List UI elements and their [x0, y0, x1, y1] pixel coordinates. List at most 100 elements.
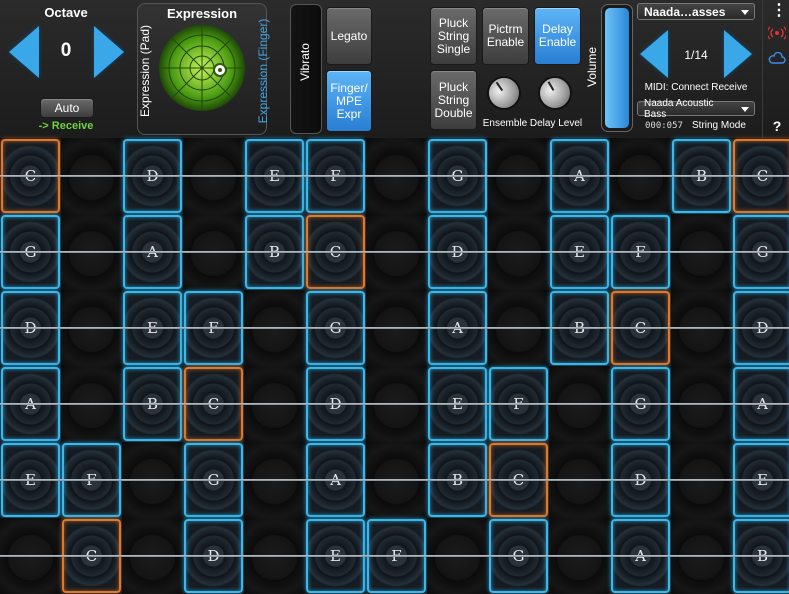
- note-pad[interactable]: D: [610, 442, 671, 518]
- empty-fret[interactable]: [549, 366, 610, 442]
- note-pad[interactable]: E: [244, 138, 305, 214]
- note-pad-face[interactable]: F: [184, 291, 243, 365]
- empty-fret[interactable]: [366, 138, 427, 214]
- pluck-string-double-button[interactable]: Pluck String Double: [430, 70, 477, 130]
- empty-fret[interactable]: [61, 290, 122, 366]
- note-pad[interactable]: A: [305, 442, 366, 518]
- legato-button[interactable]: Legato: [326, 7, 372, 65]
- note-pad[interactable]: G: [305, 290, 366, 366]
- note-pad-face[interactable]: G: [489, 519, 548, 593]
- empty-fret[interactable]: [366, 442, 427, 518]
- note-pad[interactable]: F: [183, 290, 244, 366]
- note-pad-face[interactable]: B: [428, 443, 487, 517]
- empty-fret[interactable]: [366, 290, 427, 366]
- preset-prev-button[interactable]: [640, 30, 668, 78]
- empty-fret[interactable]: [366, 366, 427, 442]
- empty-fret[interactable]: [549, 442, 610, 518]
- note-pad[interactable]: F: [488, 366, 549, 442]
- note-pad-face[interactable]: D: [428, 215, 487, 289]
- note-pad-face[interactable]: B: [550, 291, 609, 365]
- note-pad[interactable]: B: [427, 442, 488, 518]
- preset-next-button[interactable]: [724, 30, 752, 78]
- note-pad[interactable]: D: [305, 366, 366, 442]
- note-pad-face[interactable]: A: [733, 367, 789, 441]
- note-pad[interactable]: F: [366, 518, 427, 594]
- note-pad[interactable]: E: [0, 442, 61, 518]
- note-pad-face[interactable]: B: [672, 139, 731, 213]
- note-pad-face[interactable]: D: [733, 291, 789, 365]
- pluck-string-single-button[interactable]: Pluck String Single: [430, 7, 477, 65]
- note-pad[interactable]: C: [732, 138, 789, 214]
- note-pad[interactable]: B: [732, 518, 789, 594]
- octave-down-button[interactable]: [9, 26, 39, 78]
- empty-fret[interactable]: [549, 518, 610, 594]
- root-note-pad[interactable]: C: [733, 139, 789, 213]
- volume-slider[interactable]: [601, 4, 633, 132]
- note-pad[interactable]: F: [61, 442, 122, 518]
- note-pad[interactable]: E: [427, 366, 488, 442]
- note-pad[interactable]: D: [122, 138, 183, 214]
- vibrato-slider[interactable]: Vibrato: [290, 4, 322, 134]
- note-pad-face[interactable]: G: [306, 291, 365, 365]
- empty-fret[interactable]: [488, 214, 549, 290]
- finger-mpe-expr-button[interactable]: Finger/ MPE Expr: [326, 70, 372, 132]
- note-pad-face[interactable]: F: [611, 215, 670, 289]
- note-pad-face[interactable]: A: [428, 291, 487, 365]
- note-pad-face[interactable]: E: [1, 443, 60, 517]
- note-pad[interactable]: E: [122, 290, 183, 366]
- note-pad-face[interactable]: D: [1, 291, 60, 365]
- note-pad-face[interactable]: B: [123, 367, 182, 441]
- note-pad-face[interactable]: G: [611, 367, 670, 441]
- note-pad[interactable]: G: [732, 214, 789, 290]
- note-pad[interactable]: E: [549, 214, 610, 290]
- auto-button[interactable]: Auto: [40, 98, 94, 118]
- note-pad[interactable]: A: [122, 214, 183, 290]
- note-pad-face[interactable]: E: [123, 291, 182, 365]
- help-icon[interactable]: ?: [771, 118, 783, 134]
- empty-fret[interactable]: [671, 518, 732, 594]
- note-pad[interactable]: E: [305, 518, 366, 594]
- note-pad-face[interactable]: G: [1, 215, 60, 289]
- instrument-dropdown[interactable]: Naada Acoustic Bass: [637, 98, 755, 120]
- note-pad[interactable]: C: [0, 138, 61, 214]
- empty-fret[interactable]: [671, 366, 732, 442]
- cloud-icon[interactable]: [768, 52, 786, 64]
- expression-radar[interactable]: [158, 24, 246, 112]
- note-pad-face[interactable]: E: [245, 139, 304, 213]
- note-pad[interactable]: C: [61, 518, 122, 594]
- note-pad[interactable]: G: [0, 214, 61, 290]
- empty-fret[interactable]: [671, 214, 732, 290]
- note-pad-face[interactable]: F: [306, 139, 365, 213]
- note-pad-face[interactable]: A: [123, 215, 182, 289]
- empty-fret[interactable]: [122, 442, 183, 518]
- empty-fret[interactable]: [244, 366, 305, 442]
- empty-fret[interactable]: [488, 290, 549, 366]
- ensemble-knob[interactable]: [483, 72, 525, 114]
- note-pad-face[interactable]: D: [184, 519, 243, 593]
- expression-panel[interactable]: Expression Expression (Pad) Expression (…: [137, 3, 270, 135]
- note-pad[interactable]: C: [610, 290, 671, 366]
- note-pad-face[interactable]: D: [306, 367, 365, 441]
- root-note-pad[interactable]: C: [184, 367, 243, 441]
- note-pad-face[interactable]: D: [611, 443, 670, 517]
- preset-dropdown[interactable]: Naada…asses: [637, 3, 755, 20]
- note-pad[interactable]: C: [305, 214, 366, 290]
- note-pad-face[interactable]: G: [184, 443, 243, 517]
- delay-enable-button[interactable]: Delay Enable: [534, 7, 581, 65]
- octave-up-button[interactable]: [94, 26, 124, 78]
- empty-fret[interactable]: [61, 214, 122, 290]
- note-pad[interactable]: D: [732, 290, 789, 366]
- delay-level-knob[interactable]: [534, 72, 576, 114]
- note-pad-face[interactable]: A: [1, 367, 60, 441]
- empty-fret[interactable]: [244, 442, 305, 518]
- note-pad-face[interactable]: A: [550, 139, 609, 213]
- note-pad[interactable]: D: [183, 518, 244, 594]
- note-pad[interactable]: F: [305, 138, 366, 214]
- empty-fret[interactable]: [122, 518, 183, 594]
- note-pad[interactable]: A: [549, 138, 610, 214]
- note-pad[interactable]: A: [427, 290, 488, 366]
- empty-fret[interactable]: [61, 138, 122, 214]
- note-pad-face[interactable]: E: [428, 367, 487, 441]
- note-pad[interactable]: A: [732, 366, 789, 442]
- note-pad[interactable]: F: [610, 214, 671, 290]
